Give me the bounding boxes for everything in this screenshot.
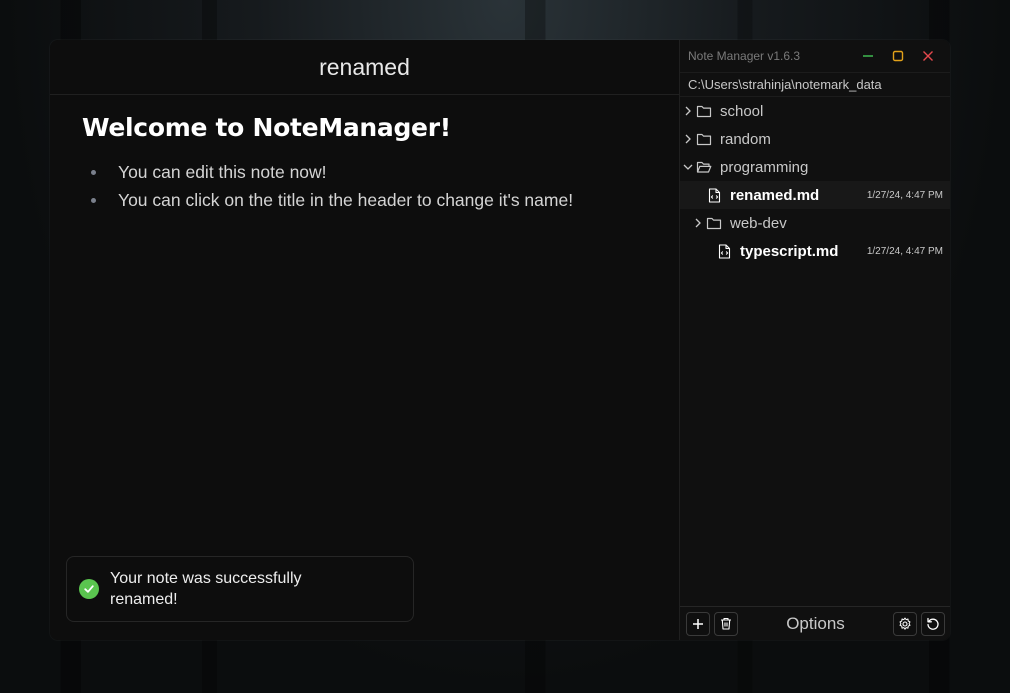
file-date: 1/27/24, 4:47 PM [866,189,943,201]
maximize-button[interactable] [883,40,913,72]
chevron-down-icon[interactable] [682,163,694,171]
tree-file-typescript[interactable]: typescript.md 1/27/24, 4:47 PM [680,237,950,265]
folder-open-icon [696,159,712,175]
sidebar-footer: Options [680,606,950,640]
app-window: renamed Welcome to NoteManager! You can … [50,40,950,640]
trash-icon [721,617,731,630]
tree-folder-web-dev[interactable]: web-dev [680,209,950,237]
minimize-icon [863,55,873,57]
gear-icon [899,617,911,630]
tree-folder-random[interactable]: random [680,125,950,153]
options-label[interactable]: Options [740,614,891,634]
file-name: typescript.md [740,242,839,260]
note-bullet[interactable]: You can edit this note now! [82,158,638,186]
refresh-icon [927,617,939,630]
note-bullet-list: You can edit this note now! You can clic… [82,158,647,214]
settings-button[interactable] [893,611,917,636]
note-bullet[interactable]: You can click on the title in the header… [82,186,638,214]
tree-folder-school[interactable]: school [680,97,950,125]
tree-file-renamed[interactable]: renamed.md 1/27/24, 4:47 PM [680,181,950,209]
folder-name: programming [720,158,809,176]
delete-note-button[interactable] [714,611,738,636]
note-title[interactable]: renamed [50,40,679,95]
folder-name: school [720,102,764,120]
markdown-file-icon [716,243,732,259]
file-tree: school random programming renamed.md 1/2… [680,97,950,265]
file-name: renamed.md [730,186,820,204]
folder-icon [696,103,712,119]
maximize-icon [892,50,904,62]
refresh-button[interactable] [921,611,945,636]
close-button[interactable] [913,40,943,72]
close-icon [923,51,933,61]
editor-pane: renamed Welcome to NoteManager! You can … [50,40,679,640]
folder-name: web-dev [730,214,787,232]
app-title: Note Manager v1.6.3 [688,49,801,63]
success-toast[interactable]: Your note was successfully renamed! [66,556,414,622]
folder-icon [706,215,722,231]
markdown-file-icon [706,187,722,203]
sidebar: Note Manager v1.6.3 C:\Users\strahinja\n… [679,40,950,640]
file-date: 1/27/24, 4:47 PM [866,245,943,257]
chevron-right-icon[interactable] [682,106,694,116]
check-circle-icon [79,579,99,599]
new-note-button[interactable] [686,611,710,636]
note-heading[interactable]: Welcome to NoteManager! [82,113,647,142]
workspace-path: C:\Users\strahinja\notemark_data [680,73,950,97]
tree-folder-programming[interactable]: programming [680,153,950,181]
toast-message: Your note was successfully renamed! [110,570,302,608]
chevron-right-icon[interactable] [692,218,704,228]
folder-icon [696,131,712,147]
plus-icon [693,618,703,629]
minimize-button[interactable] [853,40,883,72]
title-bar[interactable]: Note Manager v1.6.3 [680,40,950,73]
chevron-right-icon[interactable] [682,134,694,144]
note-content[interactable]: Welcome to NoteManager! You can edit thi… [50,95,679,230]
folder-name: random [720,130,771,148]
